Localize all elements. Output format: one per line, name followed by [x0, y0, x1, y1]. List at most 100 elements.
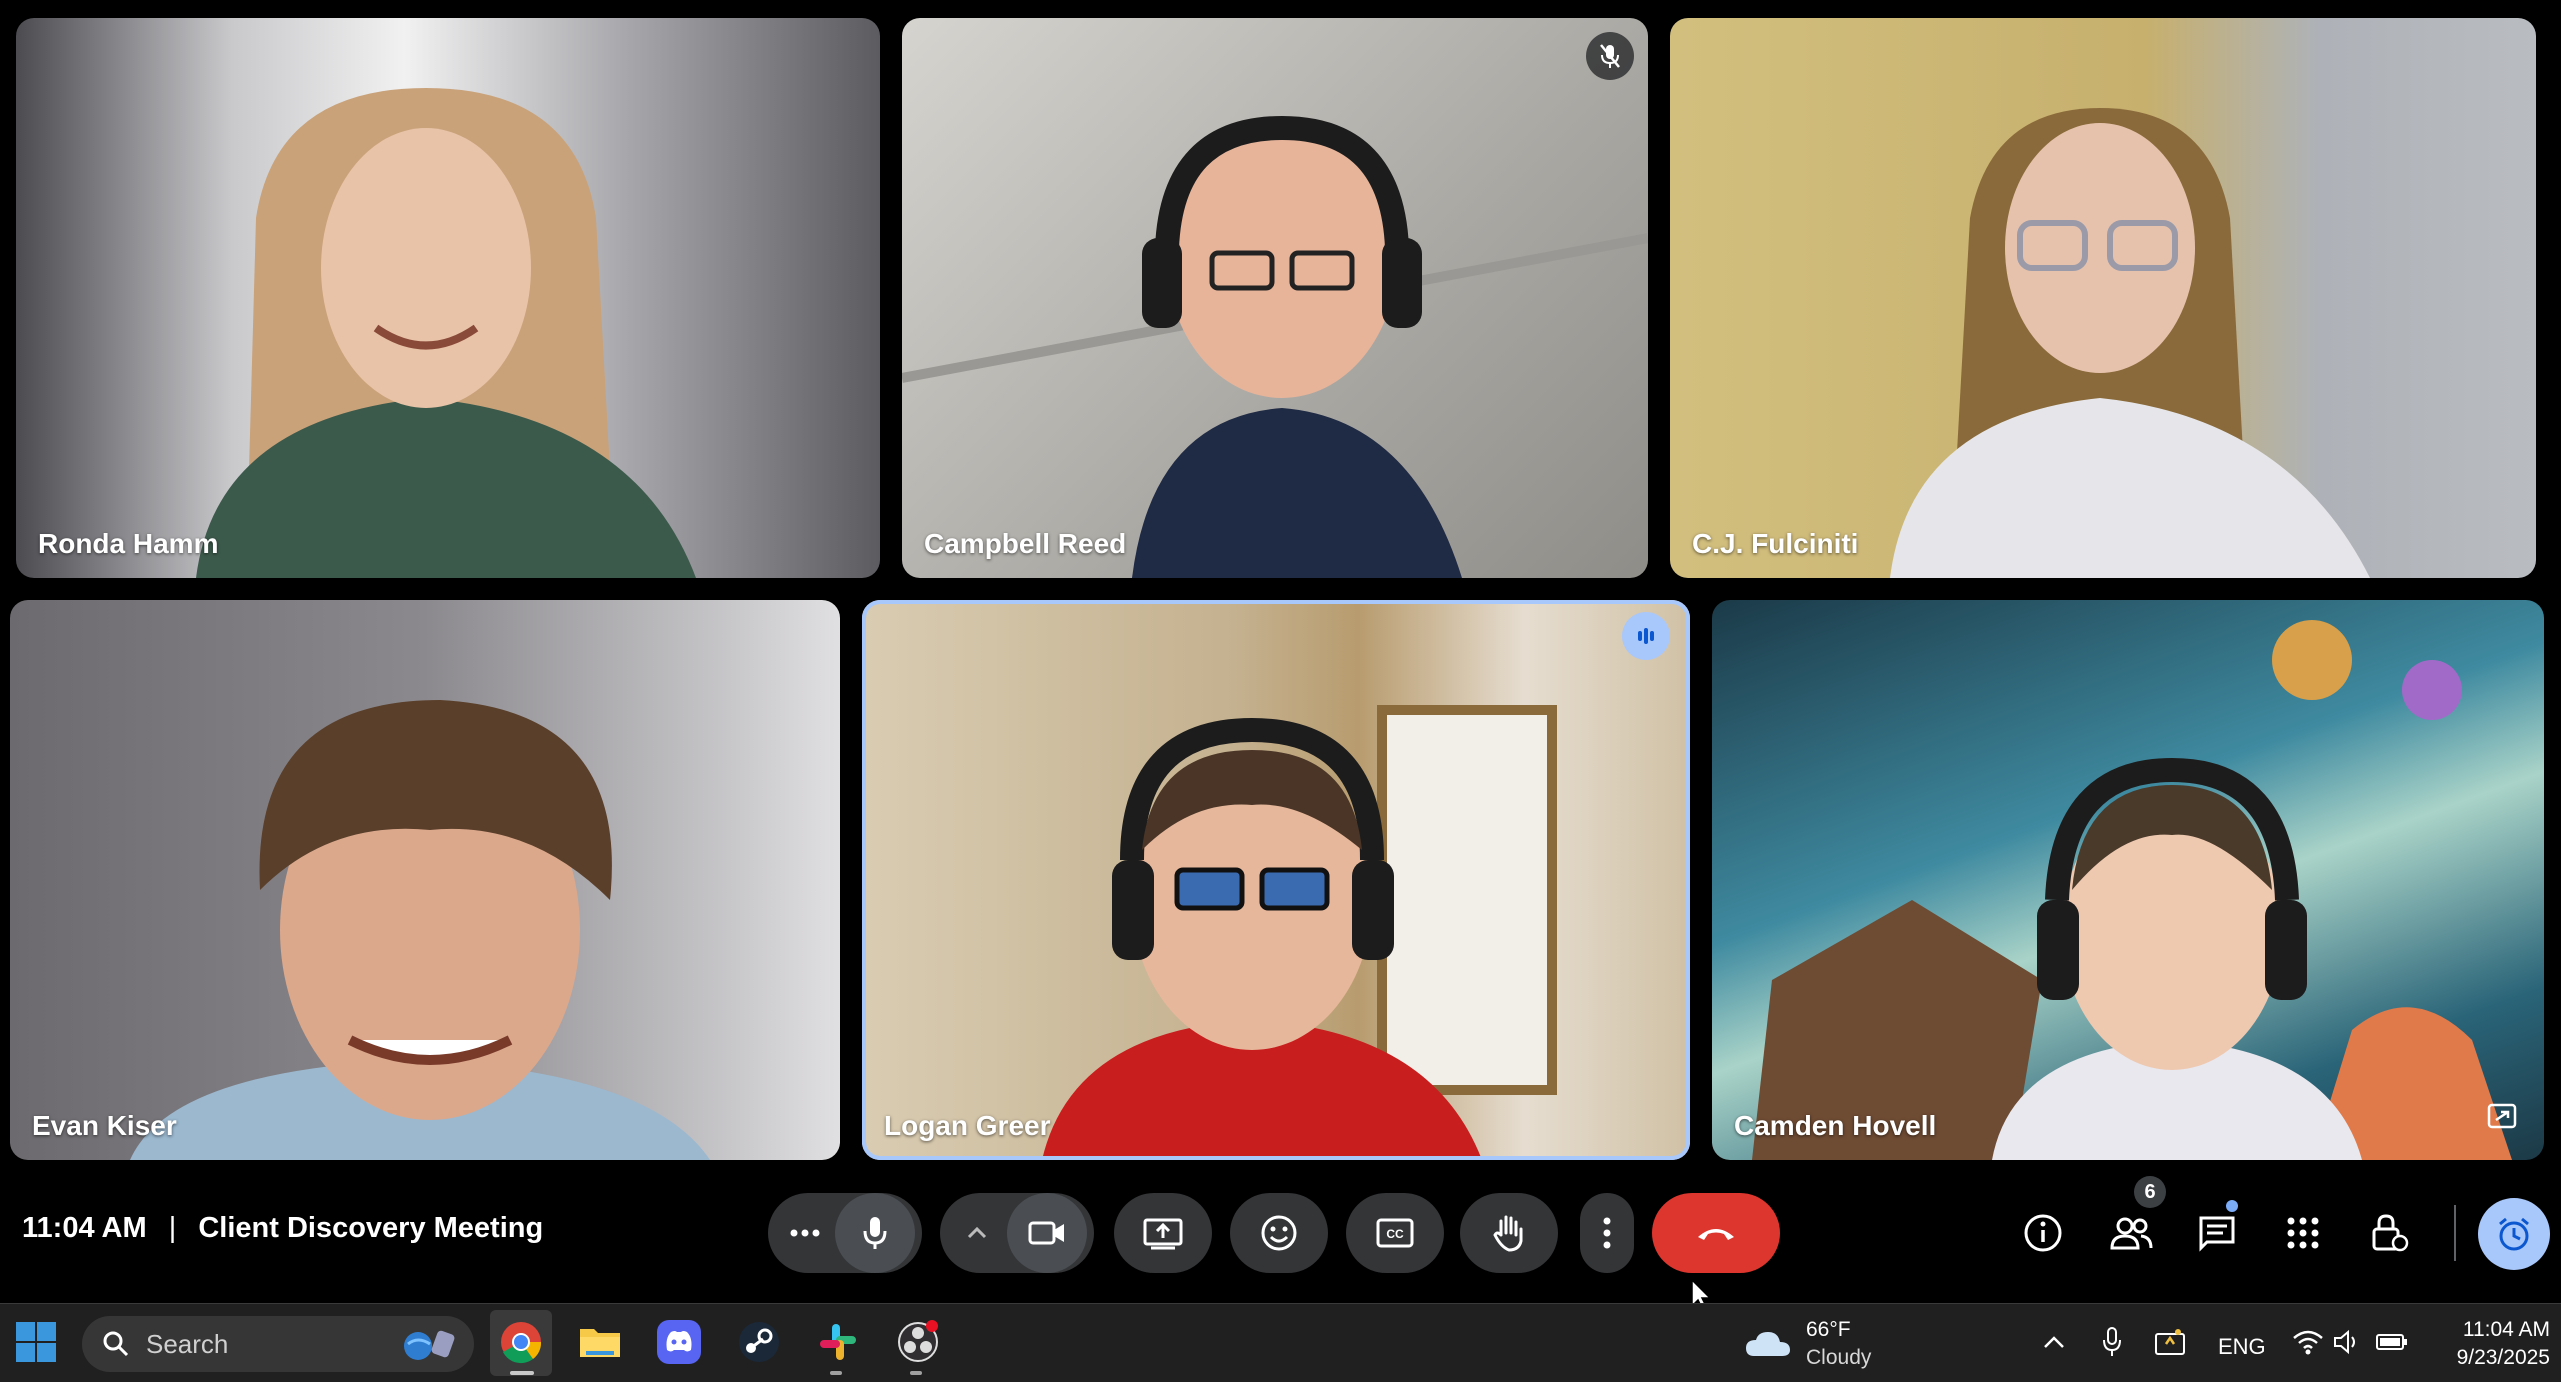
file-explorer-icon: [580, 1329, 620, 1357]
video-tile-evan-kiser[interactable]: Evan Kiser: [10, 600, 840, 1160]
participant-video: [1042, 705, 1557, 1160]
start-icon: [16, 1322, 56, 1362]
video-tile-cj-fulciniti[interactable]: C.J. Fulciniti: [1670, 18, 2536, 578]
clock-time: 11:04 AM: [2462, 1318, 2550, 1341]
participant-video: [1752, 620, 2512, 1160]
camera-group: [940, 1193, 1094, 1273]
participant-name: C.J. Fulciniti: [1692, 528, 1859, 559]
volume-button[interactable]: [2324, 1318, 2372, 1366]
obs-running-indicator: [910, 1371, 922, 1375]
obs-icon: [898, 1320, 938, 1362]
discord-app[interactable]: [655, 1318, 703, 1366]
camera-options-button[interactable]: [947, 1193, 1007, 1273]
people-icon: [2110, 1217, 2153, 1250]
activities-button[interactable]: [2278, 1208, 2328, 1258]
meeting-title: Client Discovery Meeting: [198, 1212, 544, 1244]
chat-notification-dot: [2226, 1200, 2238, 1212]
search-highlight-icon: [404, 1330, 455, 1360]
microphone-button[interactable]: [835, 1193, 915, 1273]
chevron-up-icon: [2044, 1336, 2064, 1348]
chat-button[interactable]: [2192, 1208, 2242, 1258]
captions-icon: CC: [1376, 1218, 1414, 1248]
show-hidden-icons-button[interactable]: [2030, 1318, 2078, 1366]
battery-icon: [2376, 1334, 2407, 1350]
speaking-indicator-icon: [1622, 612, 1670, 660]
participant-name: Camden Hovell: [1734, 1110, 1937, 1141]
separator: |: [168, 1212, 177, 1244]
participant-name: Campbell Reed: [924, 528, 1127, 559]
more-options-button[interactable]: [775, 1193, 835, 1273]
microphone-icon: [863, 1217, 887, 1249]
taskbar-search-box[interactable]: Search: [82, 1316, 474, 1372]
cloud-icon: [1746, 1332, 1790, 1356]
clock-date: 9/23/2025: [2456, 1346, 2550, 1369]
participant-count-badge: 6: [2134, 1176, 2166, 1208]
participant-video: [1890, 108, 2370, 578]
emoji-icon: [1261, 1215, 1297, 1251]
more-vert-icon: [1603, 1217, 1611, 1249]
hang-up-icon: [1698, 1229, 1734, 1240]
tray-app-icon: [2155, 1329, 2185, 1355]
language-indicator[interactable]: ENG: [2218, 1334, 2266, 1360]
chevron-up-icon: [967, 1227, 987, 1239]
weather-description: Cloudy: [1806, 1346, 1872, 1369]
taskbar-clock[interactable]: 11:04 AM 9/23/2025: [2430, 1318, 2550, 1374]
info-icon: [2024, 1214, 2062, 1252]
microphone-tray-button[interactable]: [2088, 1318, 2136, 1366]
participant-name: Ronda Hamm: [38, 528, 219, 559]
chat-icon: [2199, 1216, 2235, 1252]
present-screen-icon: [1143, 1218, 1183, 1250]
participant-video: [196, 88, 696, 578]
timer-button[interactable]: [2478, 1198, 2550, 1270]
meeting-time: 11:04 AM: [22, 1212, 147, 1244]
meeting-info: 11:04 AM | Client Discovery Meeting: [22, 1212, 543, 1245]
host-controls-icon: [2372, 1214, 2409, 1252]
host-controls-button[interactable]: [2364, 1208, 2414, 1258]
video-tile-campbell-reed[interactable]: Campbell Reed: [902, 18, 1648, 578]
weather-widget[interactable]: 66°F Cloudy: [1744, 1318, 1894, 1372]
more-options-icon: [790, 1229, 820, 1237]
obs-app[interactable]: [894, 1318, 942, 1366]
mic-group: [768, 1193, 922, 1273]
more-actions-button[interactable]: [1580, 1193, 1634, 1273]
meeting-details-button[interactable]: [2018, 1208, 2068, 1258]
svg-text:CC: CC: [1386, 1227, 1404, 1241]
hang-up-button[interactable]: [1652, 1193, 1780, 1273]
steam-app[interactable]: [735, 1318, 783, 1366]
chrome-icon: [501, 1322, 542, 1364]
chrome-app[interactable]: [497, 1318, 545, 1366]
discord-icon: [657, 1320, 701, 1364]
start-button[interactable]: [12, 1318, 60, 1366]
emoji-button[interactable]: [1230, 1193, 1328, 1273]
weather-temperature: 66°F: [1806, 1318, 1851, 1341]
raise-hand-icon: [1493, 1215, 1523, 1252]
slack-app[interactable]: [814, 1318, 862, 1366]
participant-video: [130, 700, 710, 1160]
slack-icon: [820, 1324, 856, 1360]
video-tile-ronda-hamm[interactable]: Ronda Hamm: [16, 18, 880, 578]
search-icon: [103, 1331, 129, 1357]
timer-icon: [2499, 1217, 2529, 1251]
wifi-icon: [2293, 1330, 2323, 1355]
video-tile-camden-hovell[interactable]: Camden Hovell: [1712, 600, 2544, 1160]
file-explorer-app[interactable]: [576, 1318, 624, 1366]
raise-hand-button[interactable]: [1460, 1193, 1558, 1273]
slack-running-indicator: [830, 1371, 842, 1375]
activities-icon: [2287, 1217, 2319, 1249]
camera-button[interactable]: [1007, 1193, 1087, 1273]
tray-app-button[interactable]: [2146, 1318, 2194, 1366]
participant-name: Logan Greer: [884, 1110, 1051, 1141]
chrome-running-indicator: [510, 1371, 534, 1375]
muted-mic-icon: [1586, 32, 1634, 80]
people-button[interactable]: [2106, 1208, 2156, 1258]
toolbar-divider: [2454, 1205, 2456, 1261]
expand-icon[interactable]: [2482, 1096, 2522, 1136]
captions-button[interactable]: CC: [1346, 1193, 1444, 1273]
participant-video: [902, 115, 1648, 578]
participant-name: Evan Kiser: [32, 1110, 177, 1141]
camera-icon: [1028, 1221, 1064, 1245]
microphone-icon: [2103, 1327, 2121, 1356]
present-screen-button[interactable]: [1114, 1193, 1212, 1273]
battery-button[interactable]: [2368, 1318, 2416, 1366]
video-tile-logan-greer[interactable]: Logan Greer: [862, 600, 1690, 1160]
